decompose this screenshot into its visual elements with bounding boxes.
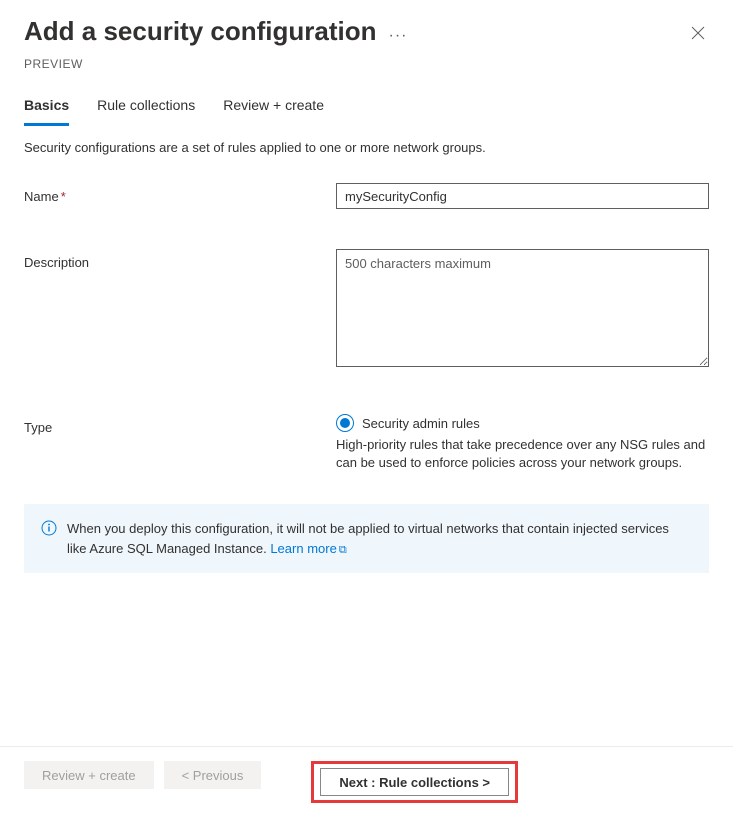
tab-rule-collections[interactable]: Rule collections: [97, 89, 195, 126]
learn-more-link[interactable]: Learn more⧉: [270, 541, 346, 556]
type-description: High-priority rules that take precedence…: [336, 436, 709, 472]
info-text: When you deploy this configuration, it w…: [67, 519, 692, 558]
close-icon[interactable]: [687, 22, 709, 49]
radio-security-admin-rules[interactable]: Security admin rules: [336, 414, 709, 432]
form-row-description: Description: [0, 241, 733, 378]
type-label: Type: [24, 414, 336, 435]
info-box: When you deploy this configuration, it w…: [24, 504, 709, 573]
page-description: Security configurations are a set of rul…: [0, 126, 733, 175]
page-title: Add a security configuration: [24, 16, 377, 47]
description-textarea[interactable]: [336, 249, 709, 367]
info-icon: [41, 520, 57, 536]
description-label: Description: [24, 249, 336, 270]
review-create-button[interactable]: Review + create: [24, 761, 154, 789]
next-button-highlight: Next : Rule collections >: [311, 761, 518, 803]
more-icon[interactable]: ···: [389, 19, 408, 45]
tab-basics[interactable]: Basics: [24, 89, 69, 126]
external-link-icon: ⧉: [339, 544, 347, 556]
form-row-name: Name*: [0, 175, 733, 217]
name-label: Name*: [24, 183, 336, 204]
next-button[interactable]: Next : Rule collections >: [320, 768, 509, 796]
radio-label: Security admin rules: [362, 416, 480, 431]
tab-review-create[interactable]: Review + create: [223, 89, 324, 126]
form-row-type: Type Security admin rules High-priority …: [0, 406, 733, 480]
panel-header: Add a security configuration ···: [0, 0, 733, 57]
name-input[interactable]: [336, 183, 709, 209]
footer-actions: Review + create < Previous Next : Rule c…: [0, 746, 733, 823]
radio-icon: [336, 414, 354, 432]
preview-label: PREVIEW: [0, 57, 733, 89]
required-indicator: *: [61, 189, 66, 204]
tabs-container: Basics Rule collections Review + create: [0, 89, 733, 126]
previous-button[interactable]: < Previous: [164, 761, 262, 789]
